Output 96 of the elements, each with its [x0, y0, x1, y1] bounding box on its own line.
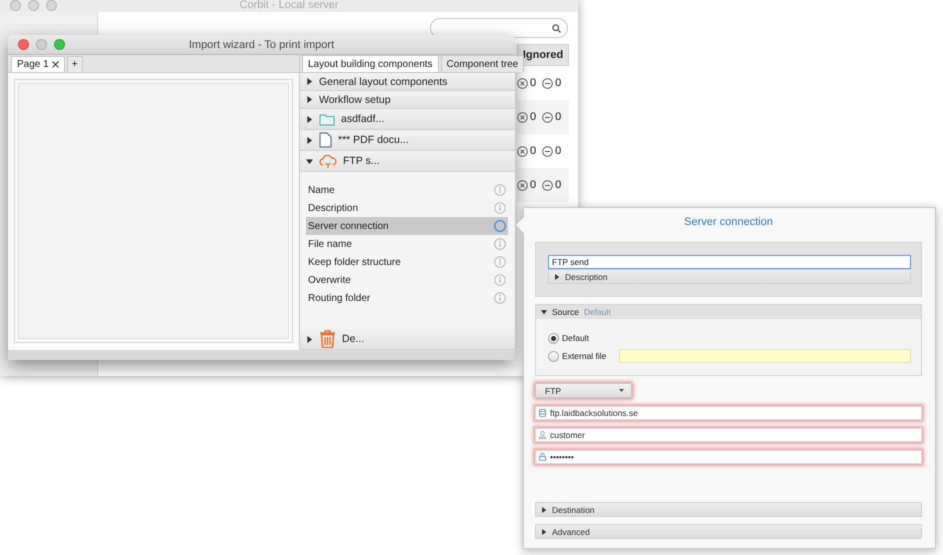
property-item[interactable]: Overwrite	[306, 271, 508, 289]
info-icon[interactable]	[494, 238, 506, 250]
property-item[interactable]: Description	[306, 199, 508, 217]
info-icon[interactable]	[494, 202, 506, 214]
count-text: 0	[530, 111, 536, 123]
radio-label: External file	[562, 351, 606, 361]
count-text: 0	[555, 111, 562, 123]
name-field[interactable]: FTP send	[548, 255, 911, 269]
minus-circle-icon	[542, 78, 554, 88]
property-item[interactable]: Name	[306, 181, 508, 199]
source-value: Default	[584, 307, 611, 317]
section-title: General layout components	[319, 76, 448, 88]
section-title: *** PDF docu...	[338, 134, 409, 146]
search-field[interactable]	[430, 18, 568, 38]
popover-title: Server connection	[683, 215, 774, 230]
window-title: Import wizard - To print import	[188, 38, 334, 50]
section-title: asdfadf...	[341, 113, 384, 125]
window-title: Corbit - Local server	[239, 0, 339, 11]
radio-button[interactable]	[548, 350, 559, 362]
section-title: FTP s...	[343, 155, 380, 167]
disclosure-triangle-icon	[306, 116, 313, 122]
info-icon[interactable]	[494, 274, 506, 286]
section-title: De...	[342, 333, 364, 345]
cross-circle-icon	[517, 146, 528, 156]
zoom-button[interactable]	[54, 39, 65, 50]
user-icon	[539, 431, 546, 439]
add-tab-button[interactable]: +	[66, 56, 83, 72]
minimize-button[interactable]	[36, 39, 47, 50]
property-item[interactable]: Keep folder structure	[306, 253, 508, 271]
field-text[interactable]: ••••••••	[550, 452, 921, 462]
disclosure-triangle-icon	[306, 78, 313, 85]
count-text: 0	[555, 145, 562, 157]
input-field[interactable]: customer	[535, 428, 922, 442]
page-tab[interactable]: Page 1	[11, 56, 65, 72]
column-header[interactable]: Ignored	[517, 44, 569, 66]
count-text: 0	[530, 77, 536, 89]
section-header[interactable]: General layout components	[300, 73, 515, 91]
disclosure-triangle-icon	[554, 274, 560, 280]
field-text[interactable]: ftp.laidbacksolutions.se	[550, 408, 921, 418]
protocol-dropdown[interactable]: FTP	[535, 383, 632, 398]
minus-circle-icon	[542, 146, 554, 156]
count-text: 0	[555, 179, 562, 191]
section-header[interactable]: Workflow setup	[300, 91, 515, 109]
panel-tab[interactable]: Component tree	[440, 55, 524, 72]
disclosure-triangle-icon	[541, 528, 547, 534]
disclosure-triangle-icon	[541, 506, 547, 512]
field-text[interactable]: customer	[550, 430, 921, 440]
info-icon[interactable]	[494, 292, 506, 304]
radio-label: Default	[562, 333, 589, 343]
cloud-icon	[319, 154, 337, 168]
disclosure-triangle-icon	[306, 96, 313, 103]
document-icon	[319, 132, 332, 148]
section-header[interactable]: Destination	[535, 502, 922, 517]
cross-circle-icon	[517, 112, 528, 122]
info-icon[interactable]	[494, 220, 506, 232]
file-input-field[interactable]	[619, 349, 911, 363]
radio-button[interactable]	[548, 332, 559, 344]
count-text: 0	[530, 179, 536, 191]
property-item[interactable]: Server connection	[306, 217, 508, 235]
info-icon[interactable]	[494, 256, 506, 268]
trash-icon	[319, 330, 336, 348]
source-header[interactable]: Source Default	[536, 305, 921, 319]
property-item[interactable]: Routing folder	[306, 289, 508, 307]
database-icon	[539, 409, 546, 417]
section-header[interactable]: FTP s...	[300, 151, 515, 172]
section-header[interactable]: *** PDF docu...	[300, 130, 515, 151]
count-text: 0	[530, 145, 536, 157]
disclosure-triangle-icon	[306, 336, 313, 342]
window-control-button[interactable]	[10, 0, 21, 11]
folder-icon	[319, 112, 335, 126]
count-text: 0	[555, 77, 562, 89]
cross-circle-icon	[517, 180, 528, 190]
caret-icon	[619, 389, 624, 392]
info-icon[interactable]	[494, 184, 506, 196]
minus-circle-icon	[542, 112, 554, 122]
section-header[interactable]: asdfadf...	[300, 109, 515, 130]
window-control-button[interactable]	[28, 0, 39, 11]
close-button[interactable]	[18, 39, 29, 50]
input-field[interactable]: ftp.laidbacksolutions.se	[535, 406, 922, 420]
minus-circle-icon	[542, 180, 554, 190]
section-header[interactable]: Advanced	[535, 524, 922, 539]
property-item[interactable]: File name	[306, 235, 508, 253]
search-icon	[552, 24, 561, 32]
close-icon[interactable]	[52, 61, 59, 68]
disclosure-triangle-icon	[306, 158, 313, 164]
window-control-button[interactable]	[46, 0, 57, 11]
section-title: Workflow setup	[319, 94, 391, 106]
description-header[interactable]: Description	[548, 269, 911, 284]
input-field[interactable]: ••••••••	[535, 450, 922, 464]
disclosure-triangle-icon	[306, 136, 313, 144]
section-header[interactable]: De...	[300, 329, 515, 350]
section-title: Source	[552, 307, 579, 317]
panel-tab[interactable]: Layout building components	[302, 55, 439, 72]
disclosure-triangle-icon	[541, 309, 547, 315]
cross-circle-icon	[517, 78, 528, 88]
lock-icon	[539, 453, 546, 461]
